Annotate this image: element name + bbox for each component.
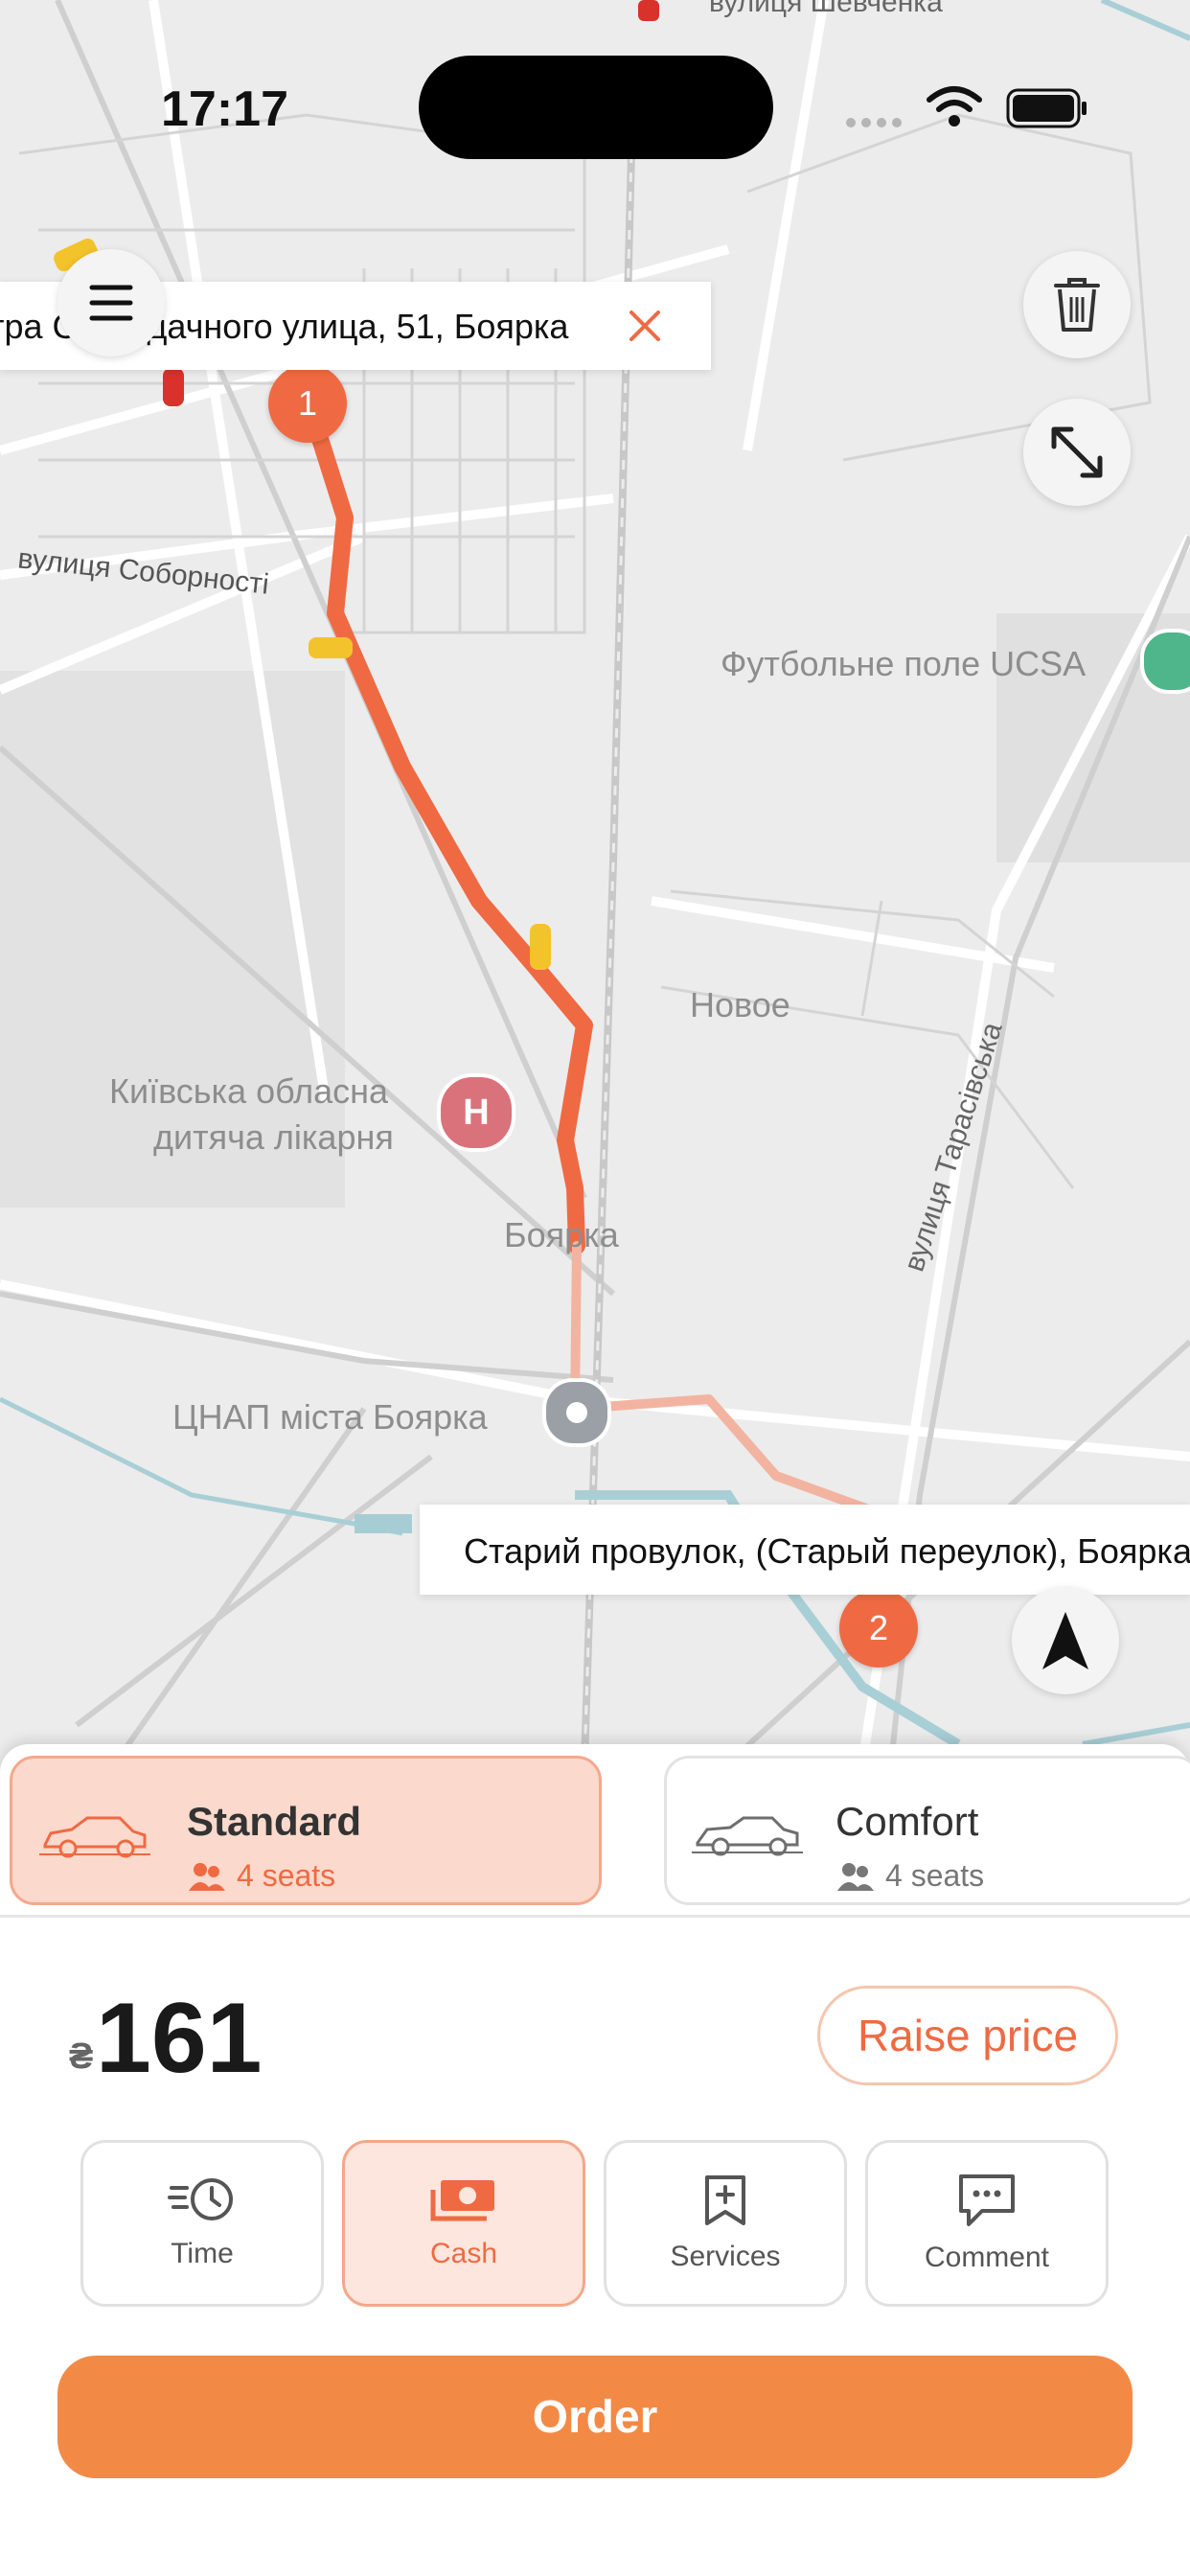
people-icon	[189, 1862, 225, 1891]
to-address-text: Старий провулок, (Старый переулок), Бояр…	[464, 1531, 1190, 1571]
battery-icon	[1006, 88, 1087, 128]
to-address-card[interactable]: Старий провулок, (Старый переулок), Бояр…	[420, 1505, 1190, 1595]
route-end-pin-label: 2	[868, 1608, 889, 1647]
map-label-place: Боярка	[504, 1215, 619, 1254]
menu-icon	[89, 285, 133, 321]
price-value: 161	[96, 1983, 263, 2094]
map-label-poi: Київська обласна	[109, 1071, 389, 1111]
services-option-button[interactable]: Services	[604, 2140, 847, 2307]
time-option-button[interactable]: Time	[80, 2140, 324, 2307]
map-label-poi: Футбольне поле UCSA	[721, 644, 1087, 683]
my-location-button[interactable]	[1012, 1587, 1119, 1694]
comment-option-button[interactable]: Comment	[865, 2140, 1109, 2307]
expand-icon	[1051, 426, 1103, 478]
class-seats-text: 4 seats	[237, 1858, 336, 1893]
order-sheet: Standard 4 seats Comfort 4 seats ₴ 161 R…	[0, 1744, 1190, 2576]
clock-icon	[168, 2178, 233, 2220]
order-button[interactable]: Order	[57, 2356, 1133, 2478]
delete-route-button[interactable]	[1023, 251, 1131, 358]
poi-marker-green[interactable]	[1140, 629, 1190, 694]
hospital-marker-label: H	[463, 1092, 490, 1133]
hospital-marker[interactable]: H	[437, 1073, 515, 1152]
class-card-standard[interactable]: Standard 4 seats	[10, 1756, 602, 1905]
cash-option-label: Cash	[429, 2238, 498, 2269]
divider	[0, 1915, 1190, 1918]
class-seats: 4 seats	[187, 1858, 335, 1894]
map-label-poi: дитяча лікарня	[153, 1117, 394, 1157]
class-seats-text: 4 seats	[885, 1858, 985, 1893]
class-card-comfort[interactable]: Comfort 4 seats	[664, 1756, 1190, 1905]
dynamic-island	[419, 56, 773, 159]
close-icon[interactable]	[627, 308, 663, 344]
map-label-poi: ЦНАП міста Боярка	[172, 1397, 488, 1437]
navigation-arrow-icon	[1042, 1612, 1088, 1669]
status-bar: 17:17	[0, 0, 1190, 192]
time-option-label: Time	[171, 2238, 234, 2269]
map[interactable]: вулиця Шевченка вулиця Соборності Футбол…	[0, 0, 1190, 1763]
map-canvas	[0, 0, 1190, 1763]
location-marker-dot	[566, 1402, 587, 1423]
fit-route-button[interactable]	[1023, 399, 1131, 506]
raise-price-button[interactable]: Raise price	[817, 1986, 1118, 2085]
menu-button[interactable]	[57, 249, 165, 356]
class-name: Standard	[187, 1799, 362, 1844]
services-option-label: Services	[670, 2241, 781, 2272]
trash-icon	[1054, 278, 1100, 332]
signal-icon	[846, 118, 902, 127]
comment-option-label: Comment	[924, 2242, 1050, 2273]
class-seats: 4 seats	[835, 1858, 984, 1894]
cash-icon	[430, 2180, 494, 2221]
car-icon	[692, 1816, 803, 1856]
route-end-pin[interactable]: 2	[839, 1589, 918, 1668]
bookmark-plus-icon	[705, 2175, 745, 2225]
people-icon	[837, 1862, 874, 1891]
route-start-pin-label: 1	[297, 383, 318, 423]
comment-icon	[959, 2174, 1015, 2226]
map-label-place: Новое	[690, 985, 790, 1024]
cash-option-button[interactable]: Cash	[342, 2140, 585, 2307]
car-icon	[39, 1816, 150, 1858]
currency-symbol: ₴	[69, 2036, 94, 2077]
class-name: Comfort	[835, 1799, 979, 1844]
route-start-pin[interactable]: 1	[268, 364, 347, 443]
wifi-icon	[927, 86, 982, 126]
location-marker[interactable]	[542, 1378, 611, 1447]
status-time: 17:17	[161, 81, 288, 137]
